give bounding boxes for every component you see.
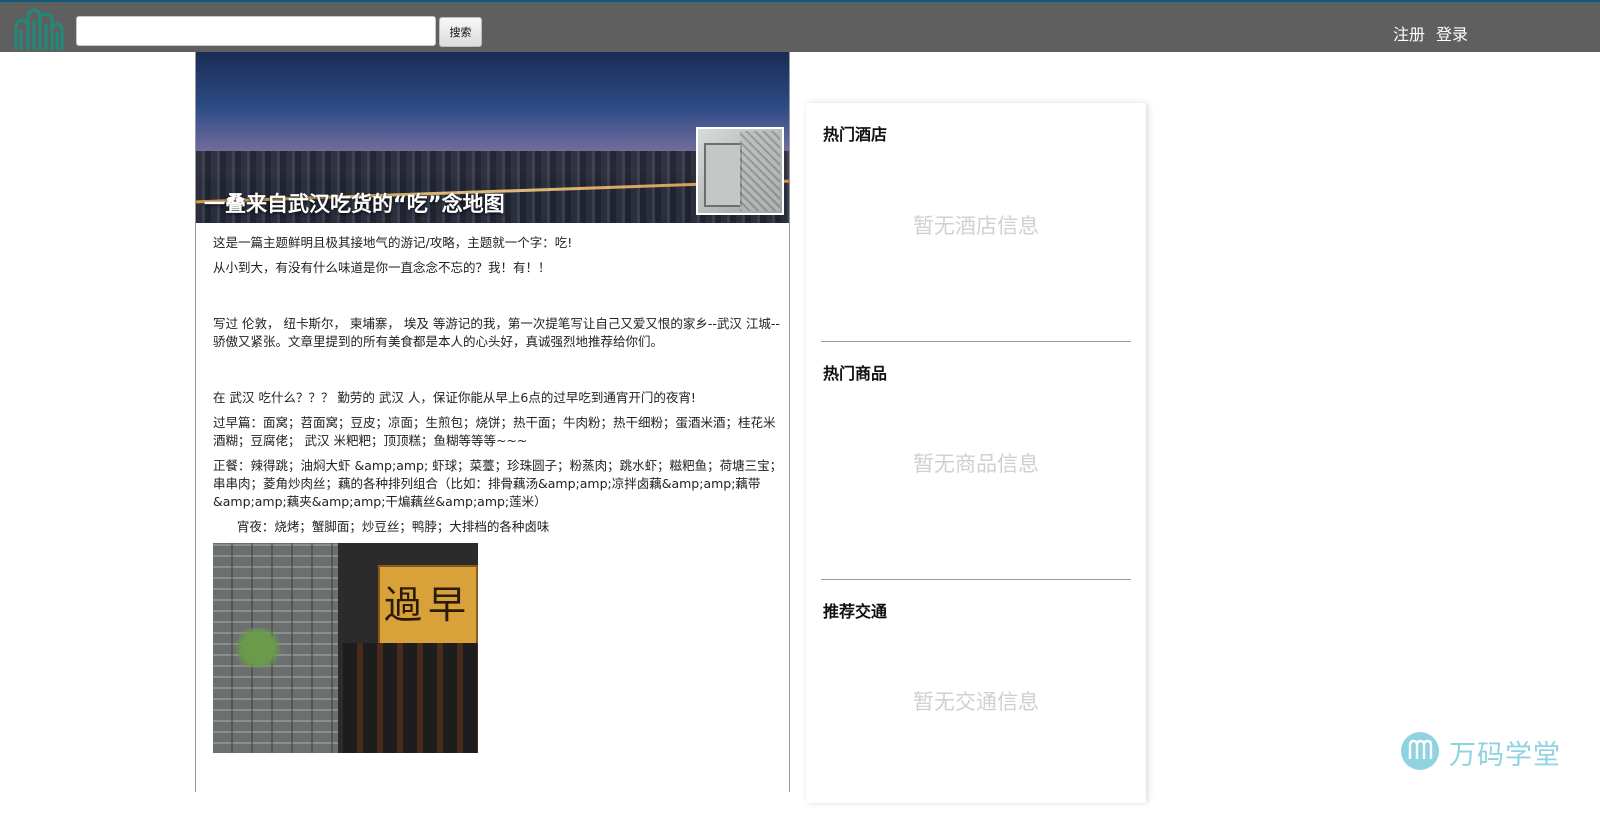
article-paragraph: 写过 伦敦， 纽卡斯尔， 柬埔寨， 埃及 等游记的我，第一次提笔写让自己又爱又恨…	[213, 316, 780, 349]
wanma-logo-icon	[1401, 732, 1439, 770]
city-logo-icon[interactable]	[12, 6, 64, 52]
author-thumbnail[interactable]	[696, 127, 784, 215]
hot-products-title: 热门商品	[823, 364, 888, 383]
hot-hotels-section: 热门酒店 暂无酒店信息	[821, 103, 1131, 341]
article-body: 这是一篇主题鲜明且极其接地气的游记/攻略，主题就一个字：吃! 从小到大，有没有什…	[213, 234, 783, 753]
top-navigation-bar: 搜索 注册 登录	[0, 0, 1600, 52]
article-paragraph: 在 武汉 吃什么？？？ 勤劳的 武汉 人，保证你能从早上6点的过早吃到通宵开门的…	[213, 390, 696, 405]
sidebar: 热门酒店 暂无酒店信息 热门商品 暂无商品信息 推荐交通 暂无交通信息	[806, 103, 1146, 803]
article-column: 一叠来自武汉吃货的“吃”念地图 这是一篇主题鲜明且极其接地气的游记/攻略，主题就…	[195, 52, 790, 792]
recommended-transport-title: 推荐交通	[823, 602, 888, 621]
article-title: 一叠来自武汉吃货的“吃”念地图	[204, 192, 505, 216]
hotels-empty-message: 暂无酒店信息	[913, 214, 1039, 238]
watermark-text: 万码学堂	[1449, 740, 1561, 771]
products-empty-message: 暂无商品信息	[913, 452, 1039, 476]
transport-empty-message: 暂无交通信息	[913, 690, 1039, 714]
register-link[interactable]: 注册	[1393, 21, 1425, 45]
recommended-transport-section: 推荐交通 暂无交通信息	[821, 579, 1131, 817]
article-paragraph: 宵夜：烧烤；蟹脚面；炒豆丝；鸭脖；大排档的各种卤味	[213, 519, 550, 534]
search-button[interactable]: 搜索	[439, 17, 482, 47]
article-paragraph: 正餐：辣得跳；油焖大虾 &amp;amp; 虾球；菜薹；珍珠圆子；粉蒸肉；跳水虾…	[213, 458, 783, 509]
shop-plaque: 過早	[378, 565, 478, 645]
search-input[interactable]	[76, 16, 436, 46]
plant-leaves	[223, 628, 293, 668]
carved-window	[343, 643, 478, 753]
article-banner-image: 一叠来自武汉吃货的“吃”念地图	[196, 52, 789, 223]
article-paragraph: 从小到大，有没有什么味道是你一直念念不忘的？我！有！！	[213, 260, 551, 275]
hot-hotels-title: 热门酒店	[823, 125, 888, 144]
breakfast-shop-photo[interactable]: 過早	[213, 543, 478, 753]
hot-products-section: 热门商品 暂无商品信息	[821, 341, 1131, 579]
article-paragraph: 过早篇：面窝；苕面窝；豆皮；凉面；生煎包；烧饼；热干面；牛肉粉；热干细粉；蛋酒米…	[213, 415, 776, 448]
login-link[interactable]: 登录	[1436, 21, 1468, 45]
article-paragraph: 这是一篇主题鲜明且极其接地气的游记/攻略，主题就一个字：吃!	[213, 235, 573, 250]
